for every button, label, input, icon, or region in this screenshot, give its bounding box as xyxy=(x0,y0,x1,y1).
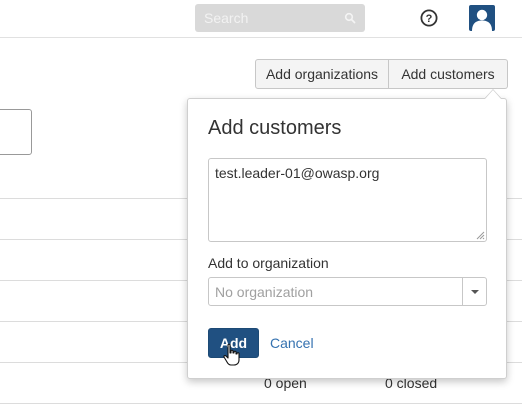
search-input[interactable] xyxy=(195,4,345,32)
chevron-down-icon xyxy=(471,290,479,294)
search-box[interactable] xyxy=(195,4,365,32)
add-customers-dialog: Add customers Add to organization No org… xyxy=(187,98,507,379)
user-avatar-icon[interactable] xyxy=(469,5,495,31)
search-icon[interactable] xyxy=(344,12,356,24)
organization-dropdown-toggle[interactable] xyxy=(462,278,486,305)
table-row-divider xyxy=(0,403,522,404)
dialog-title: Add customers xyxy=(208,117,342,139)
background-input[interactable] xyxy=(0,109,32,155)
dialog-arrow-fill xyxy=(485,90,501,99)
add-customers-button[interactable]: Add customers xyxy=(389,59,508,89)
add-organizations-button[interactable]: Add organizations xyxy=(255,59,389,89)
organization-label: Add to organization xyxy=(208,255,329,271)
top-header: ? xyxy=(0,0,522,38)
cancel-link[interactable]: Cancel xyxy=(270,335,314,351)
help-icon[interactable]: ? xyxy=(420,9,438,27)
customer-actions: Add organizations Add customers xyxy=(255,59,508,89)
hand-cursor-icon xyxy=(223,343,240,366)
resize-handle-icon[interactable] xyxy=(475,230,485,240)
customer-emails-field[interactable] xyxy=(208,158,487,242)
page: ? 0 open 0 closed Add organizations Add … xyxy=(0,0,522,415)
organization-placeholder: No organization xyxy=(215,284,314,300)
svg-text:?: ? xyxy=(426,13,433,25)
organization-select[interactable]: No organization xyxy=(208,277,487,306)
